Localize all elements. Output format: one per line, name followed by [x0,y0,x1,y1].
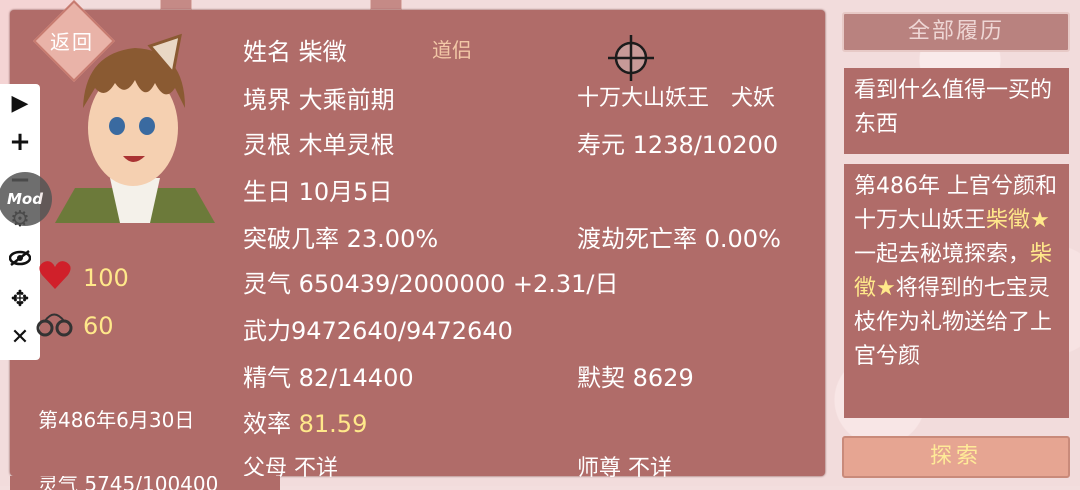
current-date: 第486年6月30日 [38,408,195,432]
partial-row: 灵气 5745/100400 [10,476,280,490]
handcuffs-icon [36,313,73,337]
spirit-row: 灵气 650439/2000000 +2.31/日 [243,270,619,298]
crosshair-icon[interactable] [608,35,654,81]
explore-button[interactable]: 探索 [842,436,1070,478]
root-row: 灵根 木单灵根 [243,131,395,159]
bond-row: 默契 8629 [577,364,694,392]
force-row: 武力9472640/9472640 [243,317,513,345]
back-button[interactable]: 返回 [32,0,116,83]
heart-icon [39,261,71,289]
partner-label[interactable]: 道侣 [432,34,472,63]
move-icon[interactable]: ✥ [0,284,40,316]
hide-icon[interactable] [0,244,40,276]
play-icon[interactable]: ▶ [0,88,40,120]
realm-row: 境界 大乘前期 [243,86,395,114]
name-row: 姓名 柴徵 [243,38,347,66]
event-card: 第486年 上官兮颜和十万大山妖王柴徵★一起去秘境探索，柴徵★将得到的七宝灵枝作… [844,164,1069,418]
mod-badge[interactable]: Mod [0,172,52,226]
top-tab-mark [160,0,192,10]
master-row: 师尊 不详 [577,456,673,481]
plus-icon[interactable]: + [0,126,40,158]
tribulation-row: 渡劫死亡率 0.00% [577,225,781,253]
efficiency-row: 效率 81.59 [243,410,368,438]
health-value: 100 [83,264,129,292]
restraint-value: 60 [83,312,114,340]
birthday-row: 生日 10月5日 [243,178,393,206]
breakthrough-row: 突破几率 23.00% [243,225,439,253]
log-card: 看到什么值得一买的东西 [844,68,1069,154]
essence-row: 精气 82/14400 [243,364,414,392]
lifespan-row: 寿元 1238/10200 [577,131,779,159]
top-tab-mark [370,0,402,10]
all-history-button[interactable]: 全部履历 [842,12,1070,52]
close-icon[interactable]: ✕ [0,322,40,354]
character-name: 柴徵 [298,38,347,66]
faction-title: 十万大山妖王 犬妖 [577,86,776,111]
